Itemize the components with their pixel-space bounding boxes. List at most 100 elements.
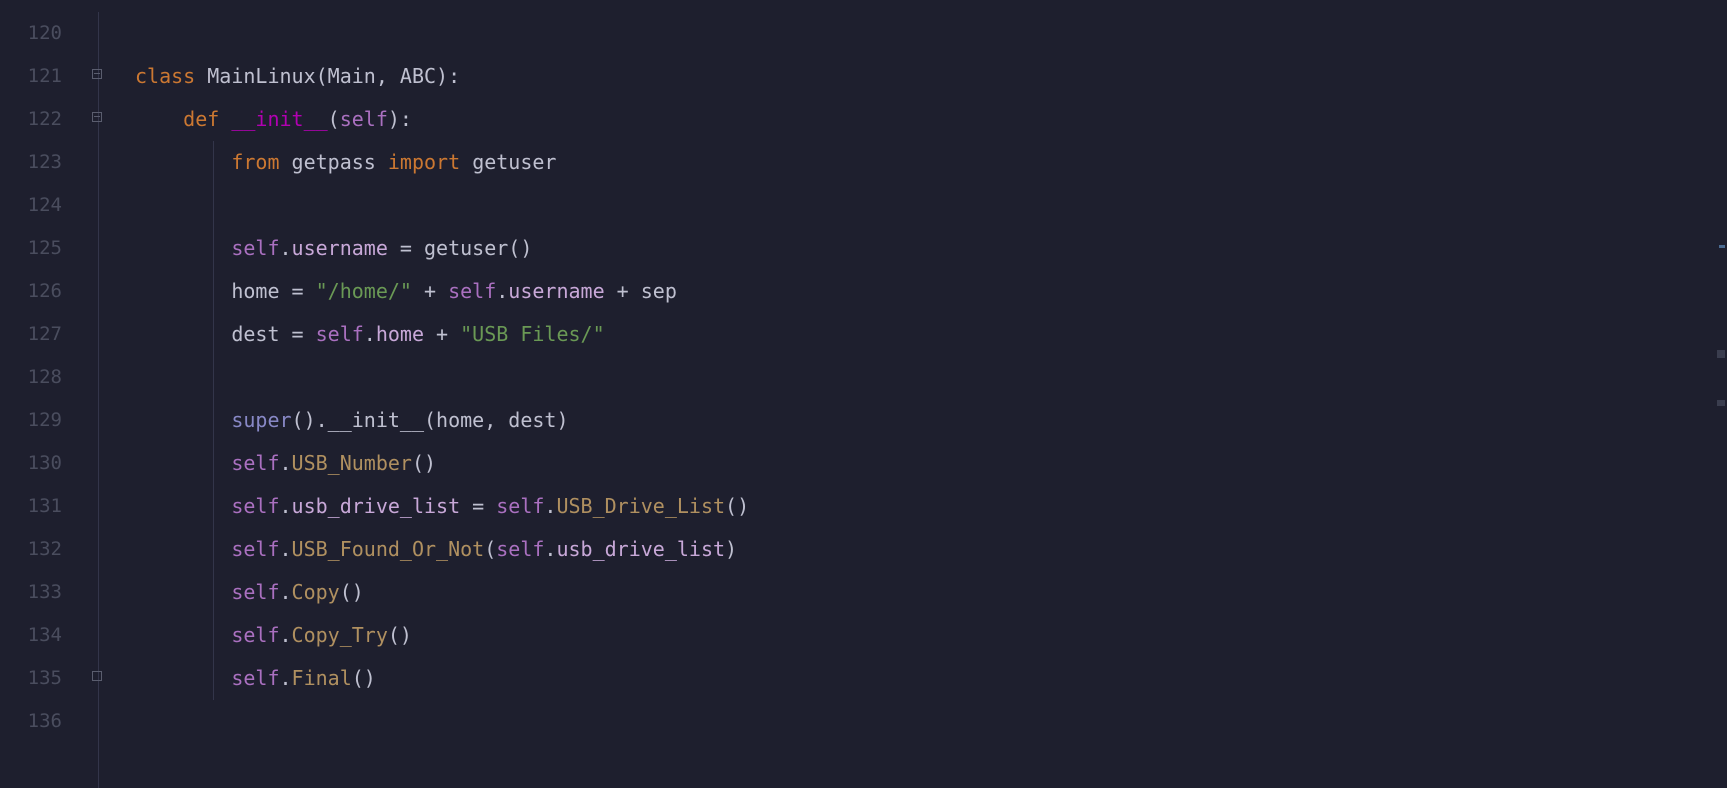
- self-ref: self: [316, 322, 364, 346]
- method-call: Copy: [292, 580, 340, 604]
- line-number[interactable]: 121: [0, 55, 90, 98]
- indent-guide: [213, 313, 214, 356]
- code-content[interactable]: class MainLinux(Main, ABC): def __init__…: [135, 0, 1727, 788]
- indent-guide: [213, 442, 214, 485]
- indent-guide: [213, 571, 214, 614]
- code-line[interactable]: self.Final(): [135, 657, 1727, 700]
- code-line[interactable]: home = "/home/" + self.username + sep: [135, 270, 1727, 313]
- line-number[interactable]: 120: [0, 12, 90, 55]
- self-ref: self: [231, 236, 279, 260]
- minimap-marker: [1717, 350, 1725, 358]
- minimap-marker: [1719, 245, 1725, 248]
- code-line[interactable]: self.USB_Found_Or_Not(self.usb_drive_lis…: [135, 528, 1727, 571]
- fold-spacer: [90, 614, 135, 657]
- line-number[interactable]: 134: [0, 614, 90, 657]
- indent-guide: [213, 657, 214, 700]
- keyword-class: class: [135, 64, 195, 88]
- self-ref: self: [231, 623, 279, 647]
- code-line[interactable]: def __init__(self):: [135, 98, 1727, 141]
- method-call: USB_Drive_List: [556, 494, 725, 518]
- fold-spacer: [90, 141, 135, 184]
- fold-toggle-icon[interactable]: [90, 98, 135, 141]
- dunder-call: __init__: [328, 408, 424, 432]
- method-call: Copy_Try: [292, 623, 388, 647]
- keyword-def: def: [183, 107, 219, 131]
- line-number[interactable]: 123: [0, 141, 90, 184]
- self-ref: self: [231, 451, 279, 475]
- code-line[interactable]: [135, 700, 1727, 743]
- indent-guide: [213, 485, 214, 528]
- code-line[interactable]: [135, 12, 1727, 55]
- code-line[interactable]: [135, 356, 1727, 399]
- paren: ):: [388, 107, 412, 131]
- line-number[interactable]: 127: [0, 313, 90, 356]
- fold-spacer: [90, 12, 135, 55]
- line-number[interactable]: 136: [0, 700, 90, 743]
- self-ref: self: [448, 279, 496, 303]
- indent-guide: [213, 528, 214, 571]
- import-name: getuser: [472, 150, 556, 174]
- self-ref: self: [496, 494, 544, 518]
- line-number[interactable]: 132: [0, 528, 90, 571]
- line-number[interactable]: 126: [0, 270, 90, 313]
- code-line[interactable]: class MainLinux(Main, ABC):: [135, 55, 1727, 98]
- fold-spacer: [90, 270, 135, 313]
- code-line[interactable]: dest = self.home + "USB Files/": [135, 313, 1727, 356]
- variable: sep: [641, 279, 677, 303]
- line-number[interactable]: 129: [0, 399, 90, 442]
- variable: home: [231, 279, 279, 303]
- code-line[interactable]: from getpass import getuser: [135, 141, 1727, 184]
- fold-spacer: [90, 227, 135, 270]
- fold-spacer: [90, 528, 135, 571]
- keyword-from: from: [231, 150, 279, 174]
- param-self: self: [340, 107, 388, 131]
- indent-guide: [213, 270, 214, 313]
- fold-spacer: [90, 399, 135, 442]
- fold-gutter: [90, 0, 135, 788]
- fold-toggle-icon[interactable]: [90, 55, 135, 98]
- minimap-marker: [1717, 400, 1725, 406]
- code-line[interactable]: self.Copy(): [135, 571, 1727, 614]
- string-literal: "/home/": [316, 279, 412, 303]
- code-line[interactable]: self.usb_drive_list = self.USB_Drive_Lis…: [135, 485, 1727, 528]
- line-number[interactable]: 125: [0, 227, 90, 270]
- variable: dest: [231, 322, 279, 346]
- line-number[interactable]: 124: [0, 184, 90, 227]
- code-editor: 120 121 122 123 124 125 126 127 128 129 …: [0, 0, 1727, 788]
- self-ref: self: [231, 580, 279, 604]
- code-line[interactable]: self.USB_Number(): [135, 442, 1727, 485]
- line-number[interactable]: 131: [0, 485, 90, 528]
- attribute: home: [376, 322, 424, 346]
- fold-spacer: [90, 485, 135, 528]
- code-line[interactable]: self.Copy_Try(): [135, 614, 1727, 657]
- code-line[interactable]: self.username = getuser(): [135, 227, 1727, 270]
- function-call: getuser: [424, 236, 508, 260]
- class-name: MainLinux: [207, 64, 315, 88]
- line-number[interactable]: 128: [0, 356, 90, 399]
- builtin-super: super: [231, 408, 291, 432]
- indent-guide: [213, 227, 214, 270]
- attribute: usb_drive_list: [556, 537, 725, 561]
- line-number[interactable]: 130: [0, 442, 90, 485]
- code-line[interactable]: super().__init__(home, dest): [135, 399, 1727, 442]
- indent-guide: [213, 141, 214, 184]
- line-number[interactable]: 135: [0, 657, 90, 700]
- base-classes: (Main, ABC):: [316, 64, 461, 88]
- fold-spacer: [90, 313, 135, 356]
- self-ref: self: [231, 537, 279, 561]
- attribute: usb_drive_list: [292, 494, 461, 518]
- string-literal: "USB Files/": [460, 322, 605, 346]
- indent-guide: [213, 614, 214, 657]
- line-number[interactable]: 133: [0, 571, 90, 614]
- line-number[interactable]: 122: [0, 98, 90, 141]
- method-name: __init__: [231, 107, 327, 131]
- fold-spacer: [90, 356, 135, 399]
- line-number-gutter[interactable]: 120 121 122 123 124 125 126 127 128 129 …: [0, 0, 90, 788]
- method-call: USB_Found_Or_Not: [292, 537, 485, 561]
- fold-end-icon[interactable]: [90, 657, 135, 700]
- fold-spacer: [90, 571, 135, 614]
- minimap-scrollbar[interactable]: [1713, 0, 1727, 788]
- fold-spacer: [90, 184, 135, 227]
- code-line[interactable]: [135, 184, 1727, 227]
- method-call: USB_Number: [292, 451, 412, 475]
